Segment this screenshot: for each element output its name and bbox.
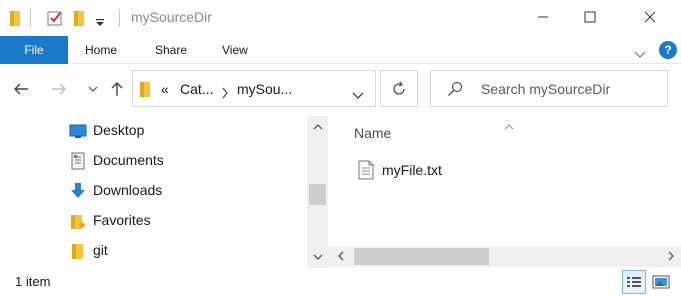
nav-item-label: git [93, 242, 108, 258]
breadcrumb-item[interactable]: Cat... [180, 81, 213, 97]
recent-locations-button[interactable] [82, 78, 104, 100]
scroll-down-icon[interactable] [307, 248, 328, 266]
tab-share[interactable]: Share [155, 36, 187, 64]
properties-icon[interactable] [46, 9, 64, 31]
item-count: 1 item [15, 274, 51, 289]
up-button[interactable] [106, 78, 128, 100]
folder-icon [8, 9, 22, 31]
search-placeholder: Search mySourceDir [481, 81, 611, 97]
navigation-bar: « Cat... mySou... Search mySourceDir [0, 64, 681, 116]
nav-item-label: Downloads [93, 182, 163, 198]
refresh-button[interactable] [380, 70, 418, 107]
nav-item-downloads[interactable]: Downloads [0, 176, 306, 206]
minimize-button[interactable] [520, 0, 566, 34]
details-view-button[interactable] [622, 270, 646, 294]
documents-icon [69, 152, 87, 170]
content-horizontal-scrollbar[interactable] [328, 246, 681, 267]
nav-item-label: Favorites [93, 212, 151, 228]
file-item[interactable]: myFile.txt [352, 158, 512, 182]
column-header-name[interactable]: Name [354, 125, 391, 141]
title-bar: mySourceDir [0, 0, 681, 36]
nav-item-desktop[interactable]: Desktop [0, 116, 306, 146]
close-button[interactable] [627, 0, 673, 34]
navigation-pane: Desktop Documents Downloads Favorites gi… [0, 116, 328, 268]
ribbon-tabs: File Home Share View ? [0, 36, 681, 64]
breadcrumb-item[interactable]: mySou... [237, 81, 292, 97]
text-file-icon [358, 160, 374, 184]
large-icons-view-button[interactable] [649, 270, 673, 294]
title-separator [119, 9, 120, 27]
back-button[interactable] [10, 78, 32, 100]
help-button[interactable]: ? [659, 41, 677, 59]
scroll-right-icon[interactable] [660, 247, 681, 265]
favorites-icon [69, 212, 87, 230]
desktop-icon [69, 122, 87, 140]
nav-item-label: Desktop [93, 122, 145, 138]
address-bar[interactable]: « Cat... mySou... [132, 70, 376, 107]
sort-ascending-icon [504, 116, 514, 135]
downloads-icon [69, 182, 87, 200]
file-list: Name myFile.txt [328, 116, 681, 268]
expand-ribbon-icon[interactable] [634, 45, 646, 64]
search-icon [447, 81, 463, 101]
maximize-button[interactable] [567, 0, 613, 34]
nav-pane-scrollbar[interactable] [307, 116, 328, 268]
scroll-left-icon[interactable] [330, 247, 351, 265]
search-input[interactable]: Search mySourceDir [430, 70, 668, 107]
folder-icon [69, 242, 87, 260]
tab-home[interactable]: Home [85, 36, 117, 64]
nav-item-label: Documents [93, 152, 164, 168]
toolbar-separator [30, 9, 31, 27]
nav-item-git[interactable]: git [0, 236, 306, 266]
new-folder-icon[interactable] [72, 9, 86, 31]
customize-toolbar-icon[interactable] [95, 13, 105, 32]
folder-icon [139, 80, 151, 102]
tab-file[interactable]: File [0, 36, 68, 64]
forward-button[interactable] [48, 78, 70, 100]
chevron-down-icon[interactable] [352, 85, 364, 104]
chevron-right-icon[interactable] [221, 84, 229, 103]
scrollbar-thumb[interactable] [354, 248, 489, 265]
nav-item-documents[interactable]: Documents [0, 146, 306, 176]
scroll-up-icon[interactable] [307, 118, 328, 136]
window-title: mySourceDir [131, 9, 212, 25]
tab-view[interactable]: View [222, 36, 248, 64]
nav-item-favorites[interactable]: Favorites [0, 206, 306, 236]
scrollbar-thumb[interactable] [309, 184, 326, 205]
file-name: myFile.txt [382, 162, 442, 178]
breadcrumb-overflow[interactable]: « [161, 81, 169, 97]
status-bar: 1 item [0, 268, 681, 296]
